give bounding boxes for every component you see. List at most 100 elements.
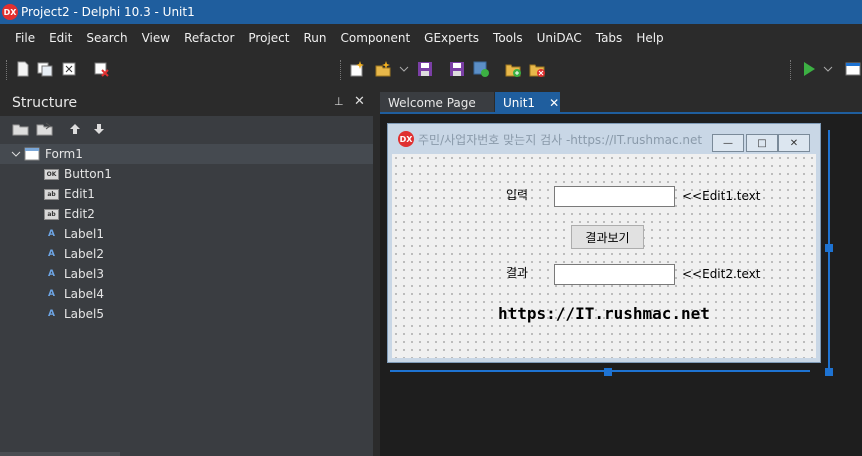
edit-component-icon: ab — [44, 208, 59, 220]
tree-item[interactable]: ab Edit2 — [44, 204, 95, 224]
run-icon[interactable] — [800, 60, 818, 78]
toolbar-grip-2[interactable] — [340, 60, 342, 80]
resize-handle-right[interactable] — [825, 244, 833, 252]
result-button[interactable]: 결과보기 — [571, 225, 644, 249]
save-icon[interactable] — [416, 60, 434, 78]
new-item-icon[interactable] — [348, 60, 366, 78]
open-project-icon[interactable] — [374, 60, 392, 78]
tab-welcome-page[interactable]: Welcome Page — [380, 92, 494, 114]
structure-title: Structure — [12, 95, 78, 111]
tree-root[interactable]: Form1 — [0, 144, 373, 164]
toolbar-grip-3[interactable] — [790, 60, 792, 80]
minimize-icon: — — [723, 137, 733, 149]
tree-item[interactable]: A Label4 — [44, 284, 104, 304]
maximize-icon: □ — [757, 137, 767, 149]
add-file-icon[interactable] — [504, 60, 522, 78]
label-component-icon: A — [48, 229, 55, 239]
tab-close-icon[interactable]: ✕ — [549, 96, 559, 110]
menu-bar: File Edit Search View Refactor Project R… — [0, 24, 862, 52]
delphi-logo-icon: DX — [2, 4, 18, 20]
edit2-input[interactable] — [554, 264, 675, 285]
tab-unit1[interactable]: Unit1 ✕ — [495, 92, 560, 114]
menu-unidac[interactable]: UniDAC — [530, 31, 589, 45]
resize-handle-bottom[interactable] — [604, 368, 612, 376]
close-icon[interactable]: ✕ — [354, 94, 365, 109]
panel-splitter[interactable] — [373, 90, 380, 456]
save-as-icon[interactable] — [472, 60, 490, 78]
menu-search[interactable]: Search — [79, 31, 134, 45]
label-input: 입력 — [506, 188, 529, 202]
arrow-down-icon[interactable] — [92, 122, 106, 136]
tab-label: Unit1 — [503, 96, 536, 110]
edit2-hint: <<Edit2.text — [682, 267, 761, 281]
collapse-all-icon[interactable] — [36, 122, 54, 136]
remove-file-icon[interactable] — [528, 60, 546, 78]
form-caption: 주민/사업자번호 맞는지 검사 -https://IT.rushmac.net — [418, 132, 703, 147]
menu-view[interactable]: View — [135, 31, 177, 45]
menu-component[interactable]: Component — [333, 31, 417, 45]
form-icon — [24, 147, 40, 161]
editor-tabs: Welcome Page Unit1 ✕ — [380, 90, 862, 114]
structure-panel: Structure ⊥ ✕ Form1 OK Button1 ab Edit1 ab… — [0, 90, 373, 456]
structure-header: Structure ⊥ ✕ — [0, 90, 373, 116]
tree-item-label: Label5 — [64, 307, 105, 321]
tree-item[interactable]: A Label5 — [44, 304, 104, 324]
resize-handle-corner[interactable] — [825, 368, 833, 376]
menu-tabs[interactable]: Tabs — [589, 31, 630, 45]
more-icon[interactable] — [844, 60, 862, 78]
new-file-icon[interactable] — [14, 60, 32, 78]
window-title: Project2 - Delphi 10.3 - Unit1 — [21, 5, 195, 19]
menu-tools[interactable]: Tools — [486, 31, 530, 45]
label-result: 결과 — [506, 266, 529, 280]
edit-component-icon: ab — [44, 188, 59, 200]
menu-help[interactable]: Help — [629, 31, 670, 45]
menu-edit[interactable]: Edit — [42, 31, 79, 45]
form-client-area[interactable]: 입력 <<Edit1.text 결과보기 결과 <<Edit2.text htt… — [392, 154, 816, 358]
pin-icon[interactable]: ⊥ — [334, 95, 344, 108]
tab-label: Welcome Page — [388, 96, 476, 110]
horizontal-scrollbar[interactable] — [0, 452, 120, 456]
tree-item[interactable]: A Label1 — [44, 224, 104, 244]
menu-gexperts[interactable]: GExperts — [417, 31, 486, 45]
tree-item-label: Edit1 — [64, 187, 95, 201]
tree-root-label: Form1 — [45, 147, 83, 161]
label-component-icon: A — [48, 269, 55, 279]
toolbar-grip[interactable] — [6, 60, 8, 80]
form-window[interactable]: DX 주민/사업자번호 맞는지 검사 -https://IT.rushmac.n… — [387, 123, 821, 363]
edit1-hint: <<Edit1.text — [682, 189, 761, 203]
arrow-up-icon[interactable] — [68, 122, 82, 136]
form-close-button[interactable]: ✕ — [778, 134, 810, 152]
save-all-icon[interactable] — [60, 60, 78, 78]
run-dropdown-icon[interactable] — [822, 60, 834, 78]
tree-item[interactable]: OK Button1 — [44, 164, 112, 184]
save-project-icon[interactable] — [448, 60, 466, 78]
minimize-button[interactable]: — — [712, 134, 744, 152]
expand-all-icon[interactable] — [12, 122, 30, 136]
button-component-icon: OK — [44, 168, 59, 180]
tree-item-label: Label4 — [64, 287, 105, 301]
menu-run[interactable]: Run — [296, 31, 333, 45]
chevron-down-icon[interactable] — [10, 148, 22, 160]
menu-project[interactable]: Project — [241, 31, 296, 45]
tree-item-label: Edit2 — [64, 207, 95, 221]
url-label: https://IT.rushmac.net — [498, 304, 710, 323]
close-icon: ✕ — [789, 137, 799, 149]
label-component-icon: A — [48, 289, 55, 299]
tree-item[interactable]: A Label3 — [44, 264, 104, 284]
label-component-icon: A — [48, 309, 55, 319]
chevron-down-icon[interactable] — [398, 60, 410, 78]
tree-item[interactable]: ab Edit1 — [44, 184, 95, 204]
title-bar: DX Project2 - Delphi 10.3 - Unit1 — [0, 0, 862, 24]
label-component-icon: A — [48, 249, 55, 259]
tree-item-label: Label1 — [64, 227, 105, 241]
selection-line-bottom — [390, 370, 810, 372]
edit1-input[interactable] — [554, 186, 675, 207]
menu-file[interactable]: File — [8, 31, 42, 45]
open-icon[interactable] — [36, 60, 54, 78]
menu-refactor[interactable]: Refactor — [177, 31, 241, 45]
close-icon[interactable] — [92, 60, 110, 78]
tree-item-label: Label2 — [64, 247, 105, 261]
tree-item[interactable]: A Label2 — [44, 244, 104, 264]
maximize-button[interactable]: □ — [746, 134, 778, 152]
form-logo-icon: DX — [398, 131, 414, 147]
